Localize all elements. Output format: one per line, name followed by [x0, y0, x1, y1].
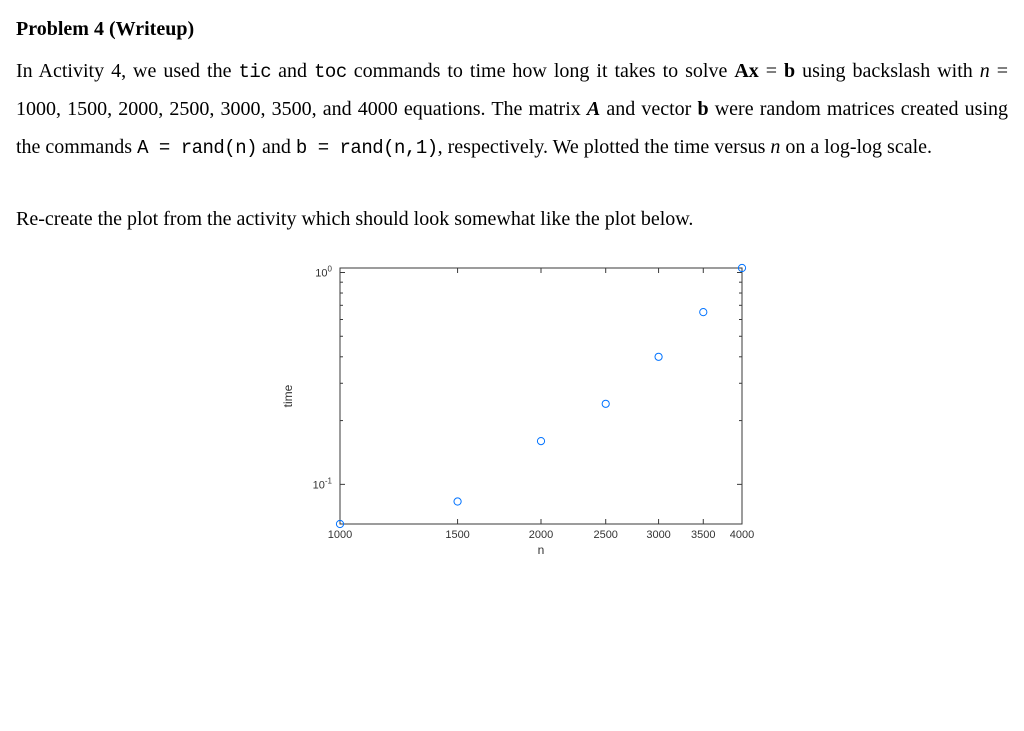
- math-n2: n: [770, 136, 780, 158]
- x-tick-label: 3000: [646, 529, 670, 541]
- math-ax: Ax: [734, 60, 758, 82]
- p1-a: In Activity 4, we used the: [16, 60, 238, 82]
- x-tick-label: 2000: [529, 529, 553, 541]
- math-n: n: [980, 60, 990, 82]
- p1-c: commands to time how long it takes to so…: [347, 60, 735, 82]
- paragraph-2: Re-create the plot from the activity whi…: [16, 200, 1008, 238]
- plot-box: [340, 268, 742, 524]
- code-toc: toc: [314, 61, 347, 83]
- y-tick-label: 100: [315, 265, 332, 280]
- y-axis-label: time: [281, 385, 295, 408]
- code-randA: A = rand(n): [137, 137, 257, 159]
- problem-page: Problem 4 (Writeup) In Activity 4, we us…: [0, 0, 1024, 606]
- x-tick-label: 3500: [691, 529, 715, 541]
- p1-i: , respectively. We plotted the time vers…: [438, 136, 771, 158]
- p1-b: and: [271, 60, 314, 82]
- x-tick-label: 1000: [328, 529, 352, 541]
- x-tick-label: 1500: [445, 529, 469, 541]
- code-randb: b = rand(n,1): [296, 137, 438, 159]
- chart-svg: 1000 1500 2000 2500 3000 3500 4000 10-1 100 n time: [262, 256, 762, 576]
- p1-h: and: [257, 136, 296, 158]
- y-tick-label: 10-1: [313, 477, 333, 492]
- data-marker: [602, 400, 609, 407]
- code-tic: tic: [238, 61, 271, 83]
- math-bvec: b: [697, 98, 708, 120]
- paragraph-1: In Activity 4, we used the tic and toc c…: [16, 52, 1008, 166]
- data-marker: [700, 309, 707, 316]
- p1-d: using backslash with: [795, 60, 980, 82]
- p1-f: and vector: [600, 98, 697, 120]
- x-tick-label: 4000: [730, 529, 754, 541]
- math-b: b: [784, 60, 795, 82]
- problem-heading: Problem 4 (Writeup): [16, 10, 1008, 48]
- chart-wrap: 1000 1500 2000 2500 3000 3500 4000 10-1 100 n time: [262, 256, 762, 576]
- data-marker: [537, 438, 544, 445]
- math-eq: =: [759, 60, 784, 82]
- data-marker: [454, 498, 461, 505]
- math-A: A: [587, 98, 600, 120]
- data-marker: [655, 353, 662, 360]
- x-axis-label: n: [538, 543, 545, 557]
- p1-j: on a log-log scale.: [780, 136, 932, 158]
- x-tick-label: 2500: [593, 529, 617, 541]
